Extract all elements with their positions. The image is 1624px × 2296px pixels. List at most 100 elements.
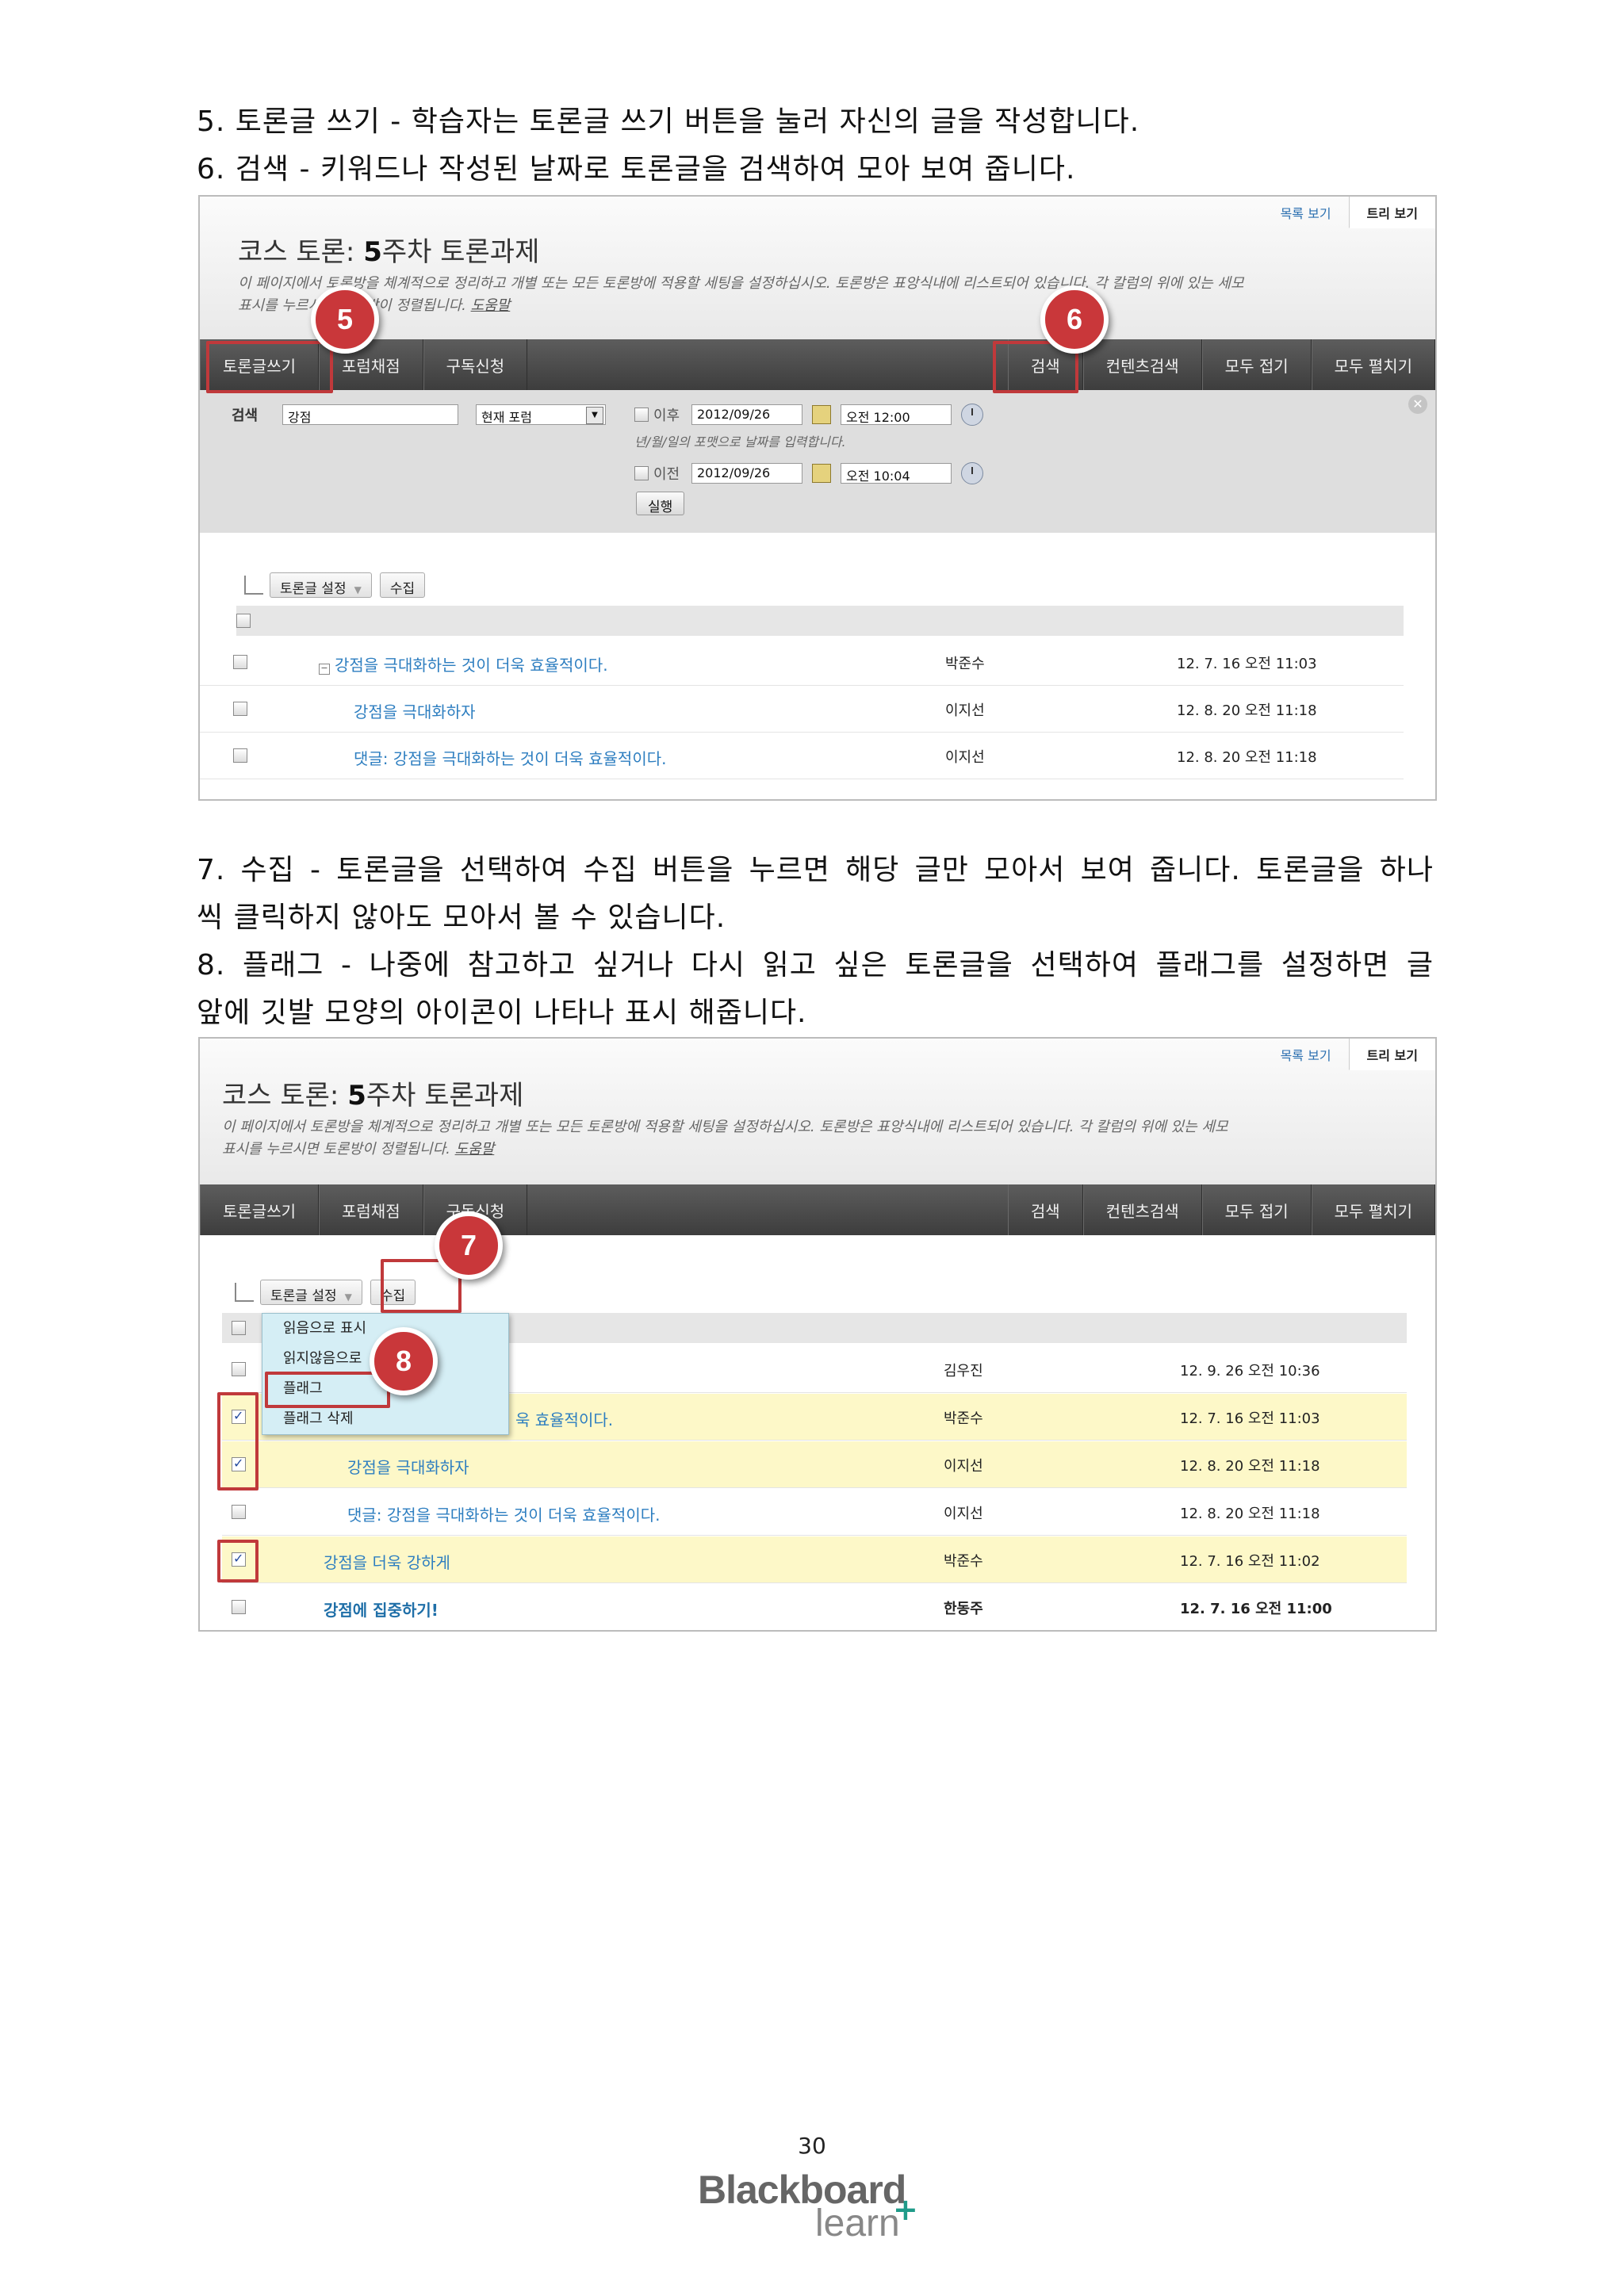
highlight-flag (265, 1372, 390, 1408)
expand-all-button[interactable]: 모두 펼치기 (1311, 339, 1435, 390)
callout-7: 7 (435, 1211, 503, 1280)
post-author: 이지선 (945, 749, 985, 766)
select-all-checkbox[interactable] (232, 1321, 246, 1335)
before-checkbox[interactable] (634, 466, 649, 480)
post-author: 한동주 (944, 1601, 983, 1617)
row-checkbox[interactable] (233, 655, 247, 669)
search-panel: 검색 강점 현재 포럼 ▼ 이후 2012/09/26 오전 12:00 년/월/… (200, 390, 1435, 534)
chevron-down-icon: ▼ (344, 1292, 352, 1303)
table-row: 강점을 더욱 강하게 박준수 12. 7. 16 오전 11:02 (222, 1536, 1407, 1583)
subscribe-button[interactable]: 구독신청 (423, 339, 528, 390)
row-checkbox[interactable] (233, 748, 247, 763)
help-link[interactable]: 도움말 (455, 1141, 495, 1158)
content-search-button[interactable]: 컨텐츠검색 (1082, 1184, 1202, 1235)
post-date: 12. 7. 16 오전 11:03 (1180, 1410, 1320, 1427)
search-button[interactable]: 검색 (1007, 1184, 1083, 1235)
expand-all-button[interactable]: 모두 펼치기 (1311, 1184, 1435, 1235)
after-date-input[interactable]: 2012/09/26 (691, 404, 802, 425)
forum-description: 이 페이지에서 토론방을 체계적으로 정리하고 개별 또는 모든 토론방에 적용… (222, 1119, 1228, 1158)
scope-select[interactable]: 현재 포럼 ▼ (476, 404, 606, 425)
row-checkbox[interactable] (232, 1600, 246, 1614)
post-date: 12. 8. 20 오전 11:18 (1180, 1506, 1320, 1522)
post-date: 12. 8. 20 오전 11:18 (1180, 1458, 1320, 1475)
post-settings-button[interactable]: 토론글 설정 ▼ (270, 572, 372, 598)
row-checkbox[interactable] (232, 1505, 246, 1519)
keyword-input[interactable]: 강점 (282, 404, 458, 425)
post-title-link[interactable]: 강점을 극대화하자 (354, 699, 476, 722)
paragraph-8-line1: 8. 플래그 - 나중에 참고하고 싶거나 다시 읽고 싶은 토론글을 선택하여… (197, 949, 1434, 982)
post-author: 박준수 (944, 1553, 983, 1570)
remove-flag-menu-item[interactable]: 플래그 삭제 (262, 1404, 508, 1434)
clock-icon[interactable] (961, 462, 983, 484)
calendar-icon[interactable] (812, 464, 831, 483)
tree-view-tab[interactable]: 트리 보기 (1348, 1039, 1435, 1070)
collapse-all-button[interactable]: 모두 접기 (1201, 339, 1312, 390)
run-search-button[interactable]: 실행 (636, 492, 685, 515)
post-author: 박준수 (944, 1410, 983, 1427)
post-title-link[interactable]: 댓글: 강점을 극대화하는 것이 더욱 효율적이다. (354, 746, 666, 769)
forum-header: 목록 보기 트리 보기 코스 토론: 5주차 토론과제 이 페이지에서 토론방을… (200, 1039, 1435, 1184)
list-view-tab[interactable]: 목록 보기 (1263, 197, 1349, 228)
table-row: 강점을 극대화하자 이지선 12. 8. 20 오전 11:18 (222, 1441, 1407, 1488)
close-icon[interactable]: ✕ (1408, 395, 1427, 414)
arrow-icon (235, 1283, 254, 1302)
paragraph-7-line2: 씩 클릭하지 않아도 모아서 볼 수 있습니다. (197, 901, 726, 934)
content-search-button[interactable]: 컨텐츠검색 (1082, 339, 1202, 390)
write-post-button[interactable]: 토론글쓰기 (200, 1184, 319, 1235)
callout-6: 6 (1040, 285, 1109, 354)
before-time-input[interactable]: 오전 10:04 (841, 463, 952, 484)
post-title-link[interactable]: − 강점을 극대화하는 것이 더욱 효율적이다. (319, 652, 608, 675)
table-row: 댓글: 강점을 극대화하는 것이 더욱 효율적이다. 이지선 12. 8. 20… (222, 1489, 1407, 1536)
list-actions: 토론글 설정 ▼ 수집 (244, 572, 433, 598)
forum-screenshot-search: 목록 보기 트리 보기 코스 토론: 5주차 토론과제 이 페이지에서 토론방을… (198, 195, 1437, 801)
post-date: 12. 9. 26 오전 10:36 (1180, 1363, 1320, 1380)
table-row: 댓글: 강점을 극대화하는 것이 더욱 효율적이다. 이지선 12. 8. 20… (200, 733, 1404, 779)
page-number: 30 (798, 2133, 826, 2159)
forum-grade-button[interactable]: 포럼채점 (319, 1184, 423, 1235)
select-all-checkbox[interactable] (236, 614, 251, 628)
callout-5: 5 (311, 285, 379, 354)
highlight-write-post (206, 341, 333, 393)
collapse-icon[interactable]: − (319, 664, 330, 675)
list-view-tab[interactable]: 목록 보기 (1263, 1039, 1349, 1070)
table-row: − 강점을 극대화하는 것이 더욱 효율적이다. 박준수 12. 7. 16 오전… (200, 639, 1404, 686)
tree-view-tab[interactable]: 트리 보기 (1348, 197, 1435, 228)
highlight-checked-rows (217, 1392, 259, 1490)
forum-header: 목록 보기 트리 보기 코스 토론: 5주차 토론과제 이 페이지에서 토론방을… (200, 197, 1435, 339)
forum-description: 이 페이지에서 토론방을 체계적으로 정리하고 개별 또는 모든 토론방에 적용… (238, 275, 1244, 314)
paragraph-6: 6. 검색 - 키워드나 작성된 날짜로 토론글을 검색하여 모아 보여 줍니다… (197, 153, 1076, 186)
post-title-link[interactable]: 강점을 더욱 강하게 (324, 1550, 450, 1573)
forum-toolbar: 토론글쓰기 포럼채점 구독신청 검색 컨텐츠검색 모두 접기 모두 펼치기 (200, 1184, 1435, 1235)
collapse-all-button[interactable]: 모두 접기 (1201, 1184, 1312, 1235)
help-link[interactable]: 도움말 (471, 297, 511, 314)
collect-button[interactable]: 수집 (379, 572, 426, 598)
callout-8: 8 (370, 1327, 438, 1395)
table-header (236, 606, 1404, 636)
after-checkbox[interactable] (634, 408, 649, 422)
post-date: 12. 8. 20 오전 11:18 (1177, 749, 1317, 766)
post-title-link[interactable]: 강점에 집중하기! (324, 1598, 439, 1621)
row-checkbox[interactable] (233, 702, 247, 716)
view-tabs: 목록 보기 트리 보기 (1263, 1039, 1435, 1070)
post-title-link[interactable]: 강점을 극대화하자 (347, 1455, 469, 1478)
post-author: 이지선 (944, 1506, 983, 1522)
blackboard-learn-logo: Blackboard learn + (698, 2168, 918, 2244)
calendar-icon[interactable] (812, 405, 831, 424)
post-date: 12. 7. 16 오전 11:02 (1180, 1553, 1320, 1570)
forum-title: 코스 토론: 5주차 토론과제 (222, 1080, 524, 1112)
post-title-link[interactable]: 욱 효율적이다. (515, 1407, 613, 1430)
table-row: 강점에 집중하기! 한동주 12. 7. 16 오전 11:00 (222, 1584, 1407, 1630)
post-settings-button[interactable]: 토론글 설정 ▼ (260, 1280, 362, 1305)
before-date-input[interactable]: 2012/09/26 (691, 463, 802, 484)
before-label: 이전 (653, 466, 680, 483)
forum-toolbar: 토론글쓰기 포럼채점 구독신청 검색 컨텐츠검색 모두 접기 모두 펼치기 (200, 339, 1435, 390)
post-author: 박준수 (945, 656, 985, 672)
after-time-input[interactable]: 오전 12:00 (841, 404, 952, 425)
thread-list: 토론글 설정 ▼ 수집 − 강점을 극대화하는 것이 더욱 효율적이다. 박준수 1… (200, 533, 1435, 799)
clock-icon[interactable] (961, 404, 983, 426)
post-title-link[interactable]: 댓글: 강점을 극대화하는 것이 더욱 효율적이다. (347, 1502, 660, 1525)
paragraph-7-line1: 7. 수집 - 토론글을 선택하여 수집 버튼을 누르면 해당 글만 모아서 보… (197, 854, 1434, 886)
post-date: 12. 8. 20 오전 11:18 (1177, 702, 1317, 719)
row-checkbox[interactable] (232, 1362, 246, 1376)
post-author: 김우진 (944, 1363, 983, 1380)
